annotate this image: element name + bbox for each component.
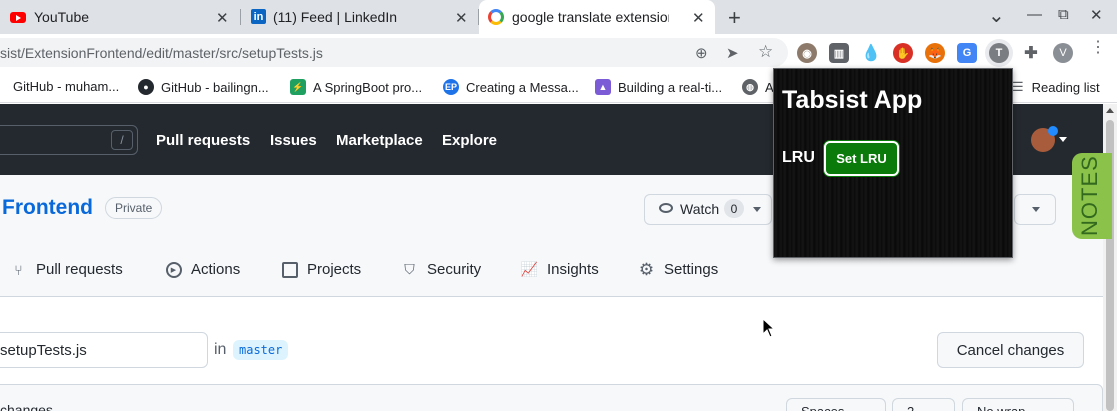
chart-icon[interactable]: ▥ (829, 43, 849, 63)
minimize-icon[interactable]: — (1027, 6, 1042, 23)
shield-icon: ⛉ (404, 261, 415, 277)
notes-label: NOTES (1077, 155, 1102, 236)
tab-label: Security (427, 261, 482, 278)
tab-youtube[interactable]: YouTube ✕ (0, 0, 240, 34)
bookmark-springboot[interactable]: ⚡ A SpringBoot pro... (290, 79, 422, 95)
watch-label: Watch (680, 201, 720, 217)
tab-label: Pull requests (36, 261, 123, 278)
tab-settings[interactable]: ⚙ Settings (638, 259, 719, 279)
send-icon[interactable]: ➤ (726, 44, 739, 62)
youtube-icon (10, 12, 26, 23)
tab-label: Projects (307, 261, 362, 278)
bookmark-creating-messa[interactable]: EP Creating a Messa... (443, 79, 579, 95)
linkedin-icon: in (251, 9, 266, 24)
tab-label: Settings (664, 261, 719, 278)
translate-icon[interactable]: G (957, 43, 977, 63)
restore-icon[interactable]: ⧉ (1058, 6, 1069, 23)
zoom-icon[interactable]: ⊕ (695, 44, 708, 62)
globe-icon: ◍ (742, 79, 758, 95)
address-bar[interactable]: sist/ExtensionFrontend/edit/master/src/s… (0, 38, 788, 67)
bookmark-label: GitHub - bailingn... (161, 79, 269, 95)
close-icon[interactable]: ✕ (216, 9, 229, 27)
nav-pull-requests[interactable]: Pull requests (156, 132, 250, 149)
nav-explore[interactable]: Explore (442, 132, 497, 149)
status-dot (1048, 126, 1058, 136)
wrap-mode-select[interactable]: No wrap (962, 398, 1074, 411)
gear-icon: ⚙ (638, 259, 655, 279)
reading-list-icon: ☰ (1012, 79, 1024, 94)
tab-label: Insights (547, 261, 599, 278)
tabsist-extension-icon[interactable]: T (989, 43, 1009, 63)
nav-issues[interactable]: Issues (270, 132, 317, 149)
branch-label: master (233, 340, 289, 360)
eye-icon (659, 203, 673, 213)
tab-google-translate[interactable]: google translate extension - G ✕ (479, 0, 715, 34)
in-label: in (214, 341, 227, 358)
watch-count: 0 (724, 199, 744, 218)
spring-icon: ⚡ (290, 79, 306, 95)
bookmark-github-muham[interactable]: GitHub - muham... (0, 79, 119, 94)
repo-name-link[interactable]: Frontend (2, 196, 93, 220)
nav-marketplace[interactable]: Marketplace (336, 132, 423, 149)
drop-icon[interactable]: 💧 (861, 43, 881, 63)
search-shortcut-hint: / (111, 130, 133, 150)
graph-icon: 📈 (520, 261, 539, 277)
tab-pull-requests[interactable]: ⑂ Pull requests (10, 261, 123, 278)
chrome-menu-icon[interactable]: ⋮ (1090, 40, 1106, 56)
edit-tab[interactable]: changes (0, 402, 53, 411)
pull-request-icon: ⑂ (14, 261, 23, 278)
indent-mode-select[interactable]: Spaces (786, 398, 886, 411)
fox-icon[interactable]: 🦊 (925, 43, 945, 63)
bookmark-label: Building a real-ti... (618, 79, 723, 95)
bookmark-github-bailing[interactable]: ● GitHub - bailingn... (138, 79, 269, 95)
chevron-down-icon (753, 207, 761, 212)
window-close-icon[interactable]: ✕ (1090, 6, 1103, 24)
mouse-cursor-icon (763, 319, 775, 338)
table-icon (281, 261, 298, 278)
bookmark-star-icon[interactable]: ☆ (758, 42, 773, 62)
bookmark-label: Creating a Messa... (466, 79, 579, 95)
reading-list-button[interactable]: ☰ Reading list (1012, 79, 1100, 95)
scroll-up-icon[interactable] (1106, 108, 1114, 113)
github-icon: ● (138, 79, 154, 95)
tab-linkedin[interactable]: in (11) Feed | LinkedIn ✕ (241, 0, 478, 34)
cancel-changes-button[interactable]: Cancel changes (937, 332, 1084, 368)
visibility-badge: Private (105, 197, 163, 219)
rocket-icon: ▲ (595, 79, 611, 95)
bookmark-building-realtime[interactable]: ▲ Building a real-ti... (595, 79, 722, 95)
tab-title: (11) Feed | LinkedIn (273, 9, 398, 25)
tab-title: YouTube (34, 9, 90, 25)
set-lru-button[interactable]: Set LRU (824, 141, 899, 176)
browser-toolbar: sist/ExtensionFrontend/edit/master/src/s… (0, 34, 1117, 72)
tab-search-icon[interactable]: ⌄ (988, 3, 1005, 28)
bookmark-label: A SpringBoot pro... (313, 79, 423, 95)
close-icon[interactable]: ✕ (692, 9, 705, 27)
reading-list-label: Reading list (1031, 79, 1100, 95)
new-tab-button[interactable]: + (728, 5, 741, 31)
stop-hand-icon[interactable]: ✋ (893, 43, 913, 63)
tab-security[interactable]: ⛉ Security (401, 261, 481, 278)
browser-tab-strip: YouTube ✕ in (11) Feed | LinkedIn ✕ goog… (0, 0, 1117, 34)
tab-actions[interactable]: ▶ Actions (165, 261, 240, 278)
bookmark-globe[interactable]: ◍ A (742, 79, 774, 95)
reader-icon[interactable]: ◉ (797, 43, 817, 63)
ep-icon: EP (443, 79, 459, 95)
tab-insights[interactable]: 📈 Insights (521, 261, 599, 278)
url-text[interactable]: sist/ExtensionFrontend/edit/master/src/s… (0, 45, 323, 61)
popup-title: Tabsist App (782, 86, 923, 114)
lru-label: LRU (782, 149, 815, 166)
indent-size-select[interactable]: 2 (892, 398, 955, 411)
tab-title: google translate extension - G (512, 9, 669, 25)
tab-label: Actions (191, 261, 241, 278)
chevron-down-icon (1032, 207, 1040, 212)
google-icon (488, 9, 504, 25)
chevron-down-icon[interactable] (1059, 137, 1067, 142)
close-icon[interactable]: ✕ (455, 9, 468, 27)
file-name-value: setupTests.js (0, 342, 87, 359)
profile-avatar[interactable]: V (1053, 43, 1073, 63)
puzzle-icon[interactable]: ✚ (1021, 43, 1041, 63)
play-icon: ▶ (165, 261, 182, 278)
tab-projects[interactable]: Projects (281, 261, 361, 278)
bookmark-label: GitHub - muham... (13, 79, 120, 94)
